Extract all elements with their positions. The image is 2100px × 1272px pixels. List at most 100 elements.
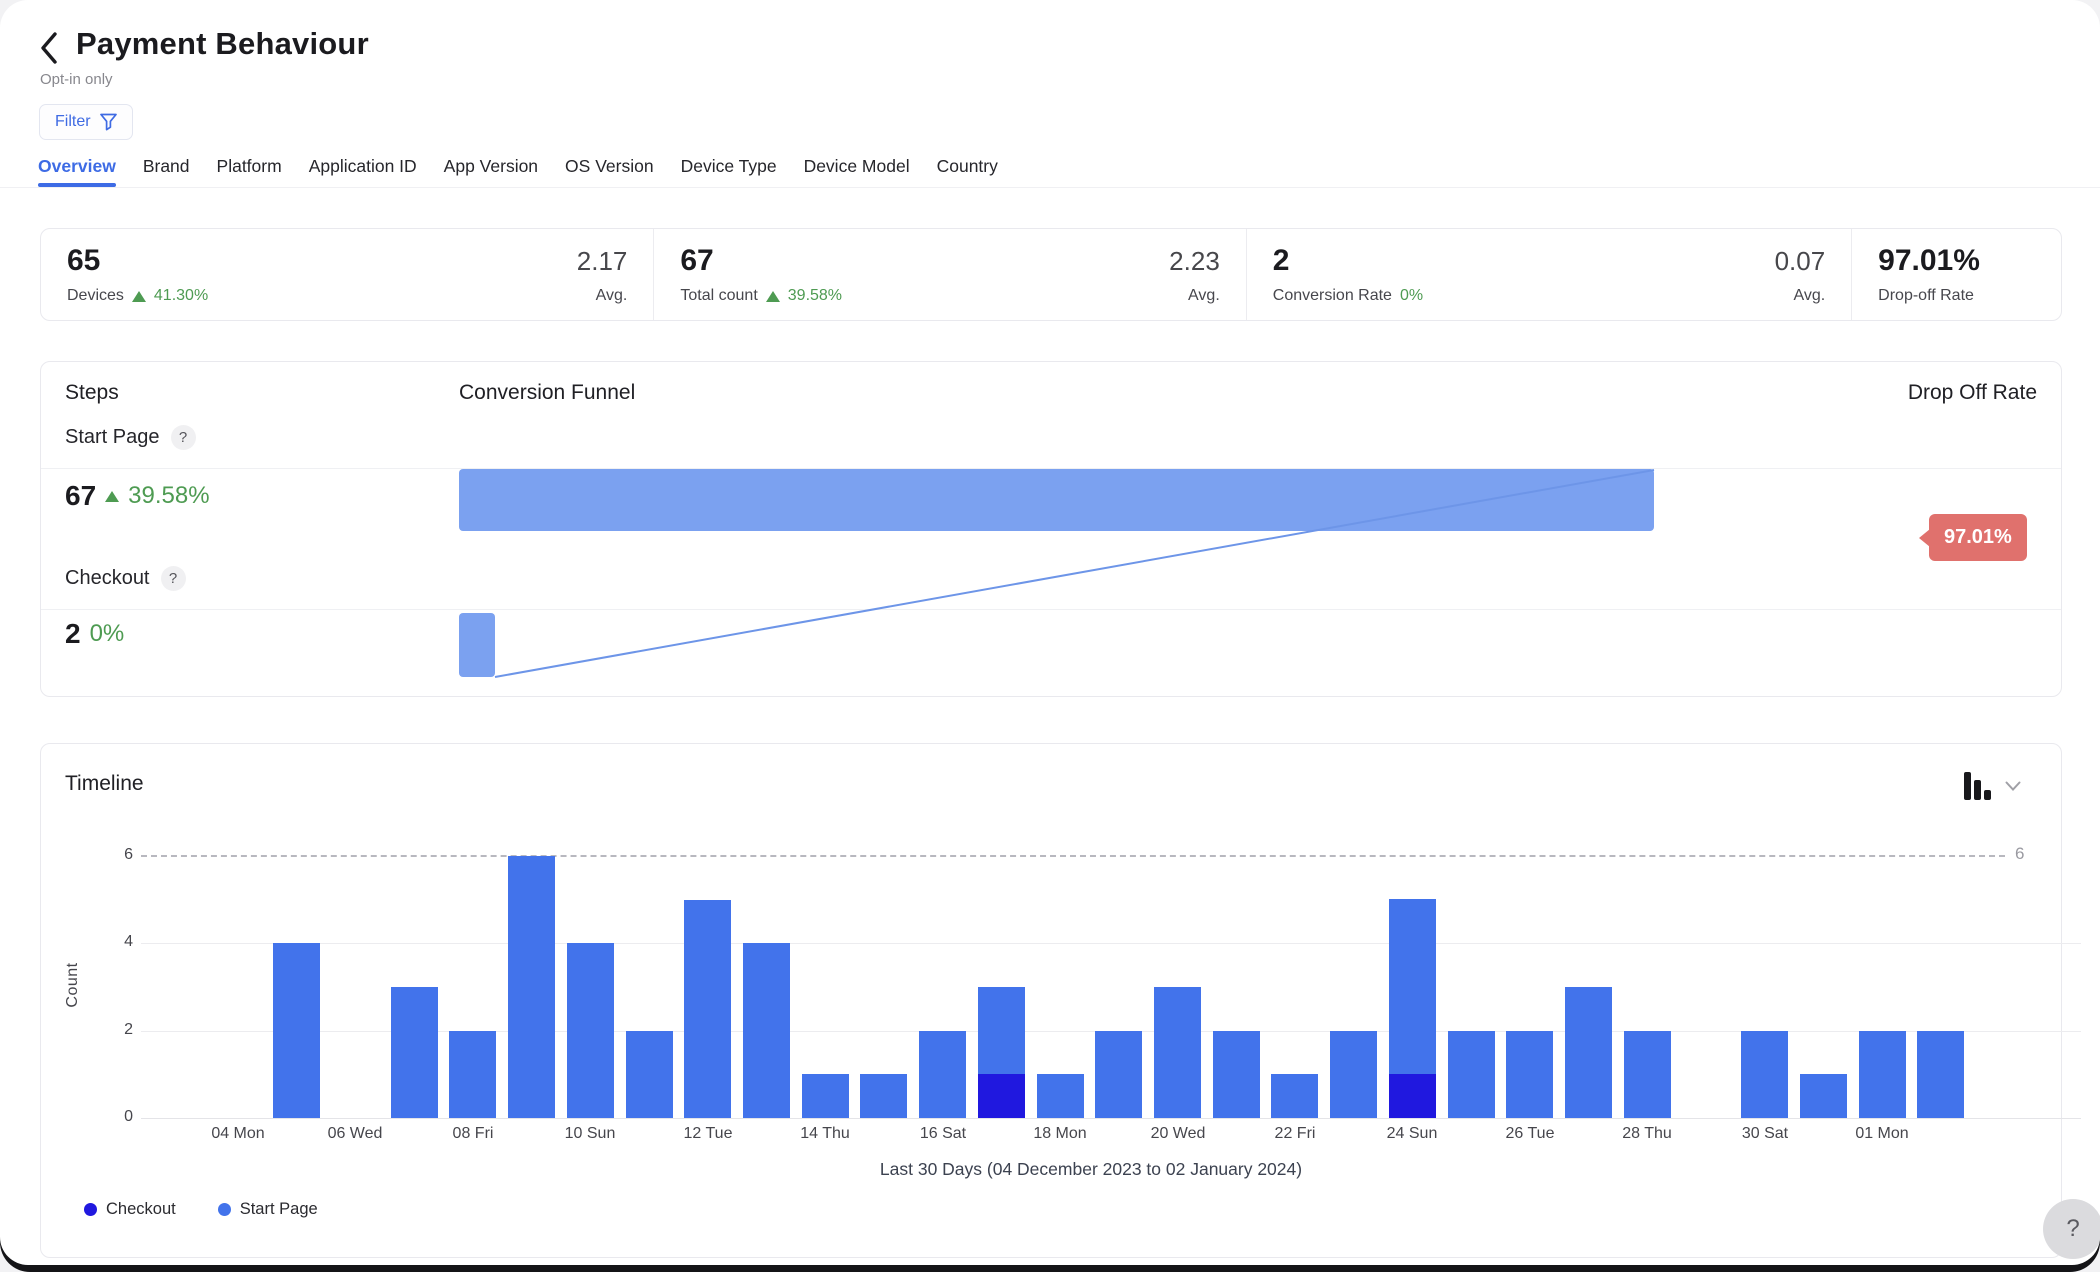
stat-label-row: Conversion Rate 0% bbox=[1273, 287, 1423, 305]
help-icon[interactable]: ? bbox=[171, 425, 196, 450]
funnel-column-dropoff: Drop Off Rate bbox=[1908, 381, 2037, 405]
chart-date-range: Last 30 Days (04 December 2023 to 02 Jan… bbox=[141, 1159, 2041, 1180]
filter-button-label: Filter bbox=[55, 113, 91, 131]
tab-app-version[interactable]: App Version bbox=[444, 156, 538, 183]
stat-average: 2.17Avg. bbox=[577, 244, 628, 306]
stat-average: 2.23Avg. bbox=[1169, 244, 1220, 306]
bar-18-dec-mon-start-page bbox=[1037, 1074, 1084, 1118]
x-axis-tick-label: 22 Fri bbox=[1245, 1125, 1345, 1143]
stat-label-row: Drop-off Rate bbox=[1878, 287, 1980, 305]
help-button[interactable]: ? bbox=[2043, 1199, 2100, 1259]
stat-label-row: Total count 39.58% bbox=[680, 287, 842, 305]
bar-24-dec-sun-start-page bbox=[1389, 899, 1436, 1074]
trend-up-icon bbox=[105, 491, 119, 502]
trend-up-icon bbox=[132, 291, 146, 302]
x-axis-tick-label: 26 Tue bbox=[1480, 1125, 1580, 1143]
bar-16-dec-sat-start-page bbox=[919, 1031, 966, 1118]
stat-card-drop-off-rate: 97.01% Drop-off Rate bbox=[1851, 229, 2061, 320]
legend-color-dot bbox=[84, 1203, 97, 1216]
x-axis-tick-label: 01 Mon bbox=[1832, 1125, 1932, 1143]
stat-card-total-count: 67 Total count 39.58% 2.23Avg. bbox=[653, 229, 1245, 320]
stat-value: 2 bbox=[1273, 244, 1423, 278]
timeline-bar-chart: 0246604 Mon06 Wed08 Fri10 Sun12 Tue14 Th… bbox=[41, 744, 2063, 1259]
x-axis-tick-label: 10 Sun bbox=[540, 1125, 640, 1143]
reference-line-label: 6 bbox=[2015, 844, 2055, 864]
legend-label: Checkout bbox=[106, 1200, 176, 1219]
funnel-step-change: 39.58% bbox=[128, 482, 209, 510]
bar-01-jan-mon-start-page bbox=[1859, 1031, 1906, 1118]
stat-value: 67 bbox=[680, 244, 842, 278]
y-axis-tick-label: 0 bbox=[81, 1108, 133, 1126]
x-axis-tick-label: 18 Mon bbox=[1010, 1125, 1110, 1143]
bar-22-dec-fri-start-page bbox=[1271, 1074, 1318, 1118]
stat-value: 65 bbox=[67, 244, 208, 278]
stat-label-row: Devices41.30% bbox=[67, 287, 208, 305]
screen: Payment Behaviour Opt-in only Filter Ove… bbox=[0, 0, 2100, 1272]
funnel-bar-checkout bbox=[459, 613, 495, 677]
tab-brand[interactable]: Brand bbox=[143, 156, 190, 183]
tab-country[interactable]: Country bbox=[937, 156, 998, 183]
page-title: Payment Behaviour bbox=[76, 26, 369, 62]
back-button[interactable] bbox=[32, 28, 66, 68]
x-axis-tick-label: 28 Thu bbox=[1597, 1125, 1697, 1143]
bar-25-dec-mon-start-page bbox=[1448, 1031, 1495, 1118]
bar-30-dec-sat-start-page bbox=[1741, 1031, 1788, 1118]
trend-up-icon bbox=[766, 291, 780, 302]
bar-11-dec-mon-start-page bbox=[626, 1031, 673, 1118]
gridline-y4 bbox=[141, 943, 2081, 944]
tab-os-version[interactable]: OS Version bbox=[565, 156, 654, 183]
stat-main: 65 Devices41.30% bbox=[67, 244, 208, 306]
bar-26-dec-tue-start-page bbox=[1506, 1031, 1553, 1118]
stat-value: 97.01% bbox=[1878, 244, 1980, 278]
funnel-step-change: 0% bbox=[90, 620, 125, 648]
x-axis-tick-label: 16 Sat bbox=[893, 1125, 993, 1143]
tab-platform[interactable]: Platform bbox=[217, 156, 282, 183]
bar-17-dec-sun-checkout bbox=[978, 1074, 1025, 1118]
stat-change: 0% bbox=[1400, 287, 1423, 305]
tab-overview[interactable]: Overview bbox=[38, 156, 116, 183]
chevron-left-icon bbox=[39, 31, 59, 65]
tab-application-id[interactable]: Application ID bbox=[309, 156, 417, 183]
legend-item-checkout[interactable]: Checkout bbox=[84, 1200, 176, 1219]
bar-14-dec-thu-start-page bbox=[802, 1074, 849, 1118]
stat-label: Drop-off Rate bbox=[1878, 287, 1974, 305]
legend-item-start-page[interactable]: Start Page bbox=[218, 1200, 318, 1219]
y-axis-tick-label: 6 bbox=[81, 846, 133, 864]
tab-device-type[interactable]: Device Type bbox=[681, 156, 777, 183]
y-axis-title: Count bbox=[64, 945, 82, 1025]
stat-label: Conversion Rate bbox=[1273, 287, 1392, 305]
stat-label: Total count bbox=[680, 287, 757, 305]
x-axis-tick-label: 08 Fri bbox=[423, 1125, 523, 1143]
stat-change: 39.58% bbox=[788, 287, 842, 305]
chart-legend: Checkout Start Page bbox=[84, 1200, 318, 1219]
stat-main: 97.01% Drop-off Rate bbox=[1878, 244, 1980, 306]
app-window: Payment Behaviour Opt-in only Filter Ove… bbox=[0, 0, 2100, 1265]
bar-20-dec-wed-start-page bbox=[1154, 987, 1201, 1118]
bar-05-dec-tue-start-page bbox=[273, 943, 320, 1118]
legend-label: Start Page bbox=[240, 1200, 318, 1219]
tab-device-model[interactable]: Device Model bbox=[804, 156, 910, 183]
stat-main: 2 Conversion Rate 0% bbox=[1273, 244, 1423, 306]
bar-31-dec-sun-start-page bbox=[1800, 1074, 1847, 1118]
funnel-step-name: Start Page bbox=[65, 426, 160, 449]
funnel-step-metrics: 2 0% bbox=[65, 618, 124, 650]
bar-12-dec-tue-start-page bbox=[684, 900, 731, 1118]
x-axis-tick-label: 14 Thu bbox=[775, 1125, 875, 1143]
funnel-row-divider bbox=[41, 609, 2061, 610]
bar-15-dec-fri-start-page bbox=[860, 1074, 907, 1118]
page-subtitle: Opt-in only bbox=[40, 71, 113, 88]
funnel-step-checkout: Checkout? bbox=[65, 566, 186, 591]
stat-average-label: Avg. bbox=[1169, 287, 1220, 305]
help-icon[interactable]: ? bbox=[161, 566, 186, 591]
funnel-step-count: 2 bbox=[65, 618, 81, 650]
bar-13-dec-wed-start-page bbox=[743, 943, 790, 1118]
bar-07-dec-thu-start-page bbox=[391, 987, 438, 1118]
stats-summary-card: 65 Devices41.30% 2.17Avg. 67 Total count 39.5… bbox=[40, 228, 2062, 321]
filter-button[interactable]: Filter bbox=[39, 104, 133, 140]
bar-28-dec-thu-start-page bbox=[1624, 1031, 1671, 1118]
stat-change: 41.30% bbox=[154, 287, 208, 305]
stat-average: 0.07Avg. bbox=[1775, 244, 1826, 306]
reference-line bbox=[141, 855, 2005, 857]
bar-21-dec-thu-start-page bbox=[1213, 1031, 1260, 1118]
bar-08-dec-fri-start-page bbox=[449, 1031, 496, 1118]
